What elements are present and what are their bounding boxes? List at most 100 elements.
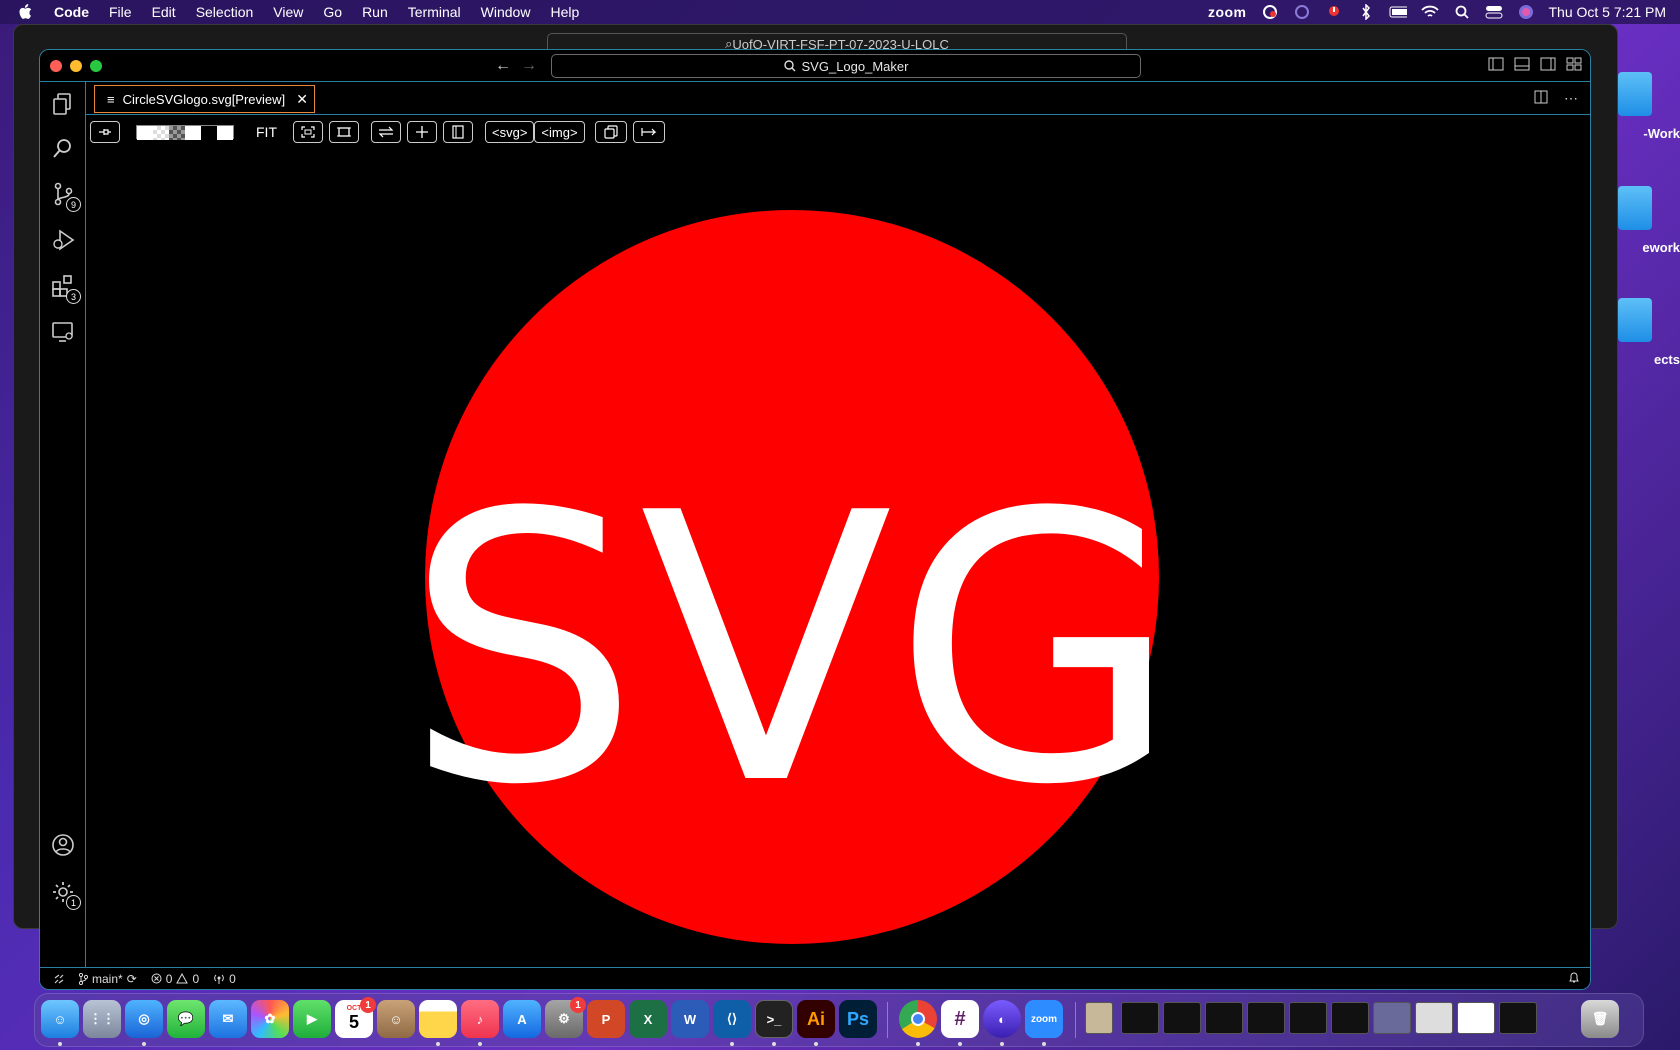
split-editor-icon[interactable] bbox=[1534, 90, 1548, 107]
spotlight-search-icon[interactable] bbox=[1453, 4, 1471, 20]
git-branch-status[interactable]: main* ⟳ bbox=[78, 972, 137, 986]
explorer-icon[interactable] bbox=[49, 90, 77, 118]
minimize-window-button[interactable] bbox=[70, 60, 82, 72]
menu-file[interactable]: File bbox=[109, 4, 132, 20]
swatch-checker-dark[interactable] bbox=[169, 126, 185, 140]
customize-layout-icon[interactable] bbox=[1566, 57, 1582, 71]
minimized-window-thumbnail[interactable] bbox=[1457, 1002, 1495, 1034]
creative-cloud-icon[interactable] bbox=[1261, 4, 1279, 20]
sync-icon[interactable]: ⟳ bbox=[127, 972, 137, 986]
copy-icon[interactable] bbox=[594, 121, 627, 143]
powerpoint-icon[interactable]: P bbox=[587, 1000, 625, 1038]
back-arrow-icon[interactable]: ← bbox=[495, 57, 511, 75]
spiral-icon[interactable] bbox=[1293, 4, 1311, 20]
music-icon[interactable]: ♪ bbox=[461, 1000, 499, 1038]
pin-icon[interactable] bbox=[90, 121, 120, 143]
notes-icon[interactable] bbox=[419, 1000, 457, 1038]
menu-run[interactable]: Run bbox=[362, 4, 388, 20]
trash-icon[interactable]: 🗑 bbox=[1581, 1000, 1619, 1038]
excel-icon[interactable]: X bbox=[629, 1000, 667, 1038]
run-debug-icon[interactable] bbox=[49, 226, 77, 254]
menu-go[interactable]: Go bbox=[323, 4, 342, 20]
browser-orb-icon[interactable]: ◐ bbox=[983, 1000, 1021, 1038]
mail-icon[interactable]: ✉ bbox=[209, 1000, 247, 1038]
menu-view[interactable]: View bbox=[273, 4, 303, 20]
word-icon[interactable]: W bbox=[671, 1000, 709, 1038]
minimized-window-thumbnail[interactable] bbox=[1163, 1002, 1201, 1034]
search-icon[interactable] bbox=[49, 134, 77, 162]
actual-size-icon[interactable] bbox=[329, 121, 359, 143]
remote-indicator-icon[interactable] bbox=[54, 974, 64, 984]
minimized-window-thumbnail[interactable] bbox=[1289, 1002, 1327, 1034]
source-control-icon[interactable]: 9 bbox=[49, 180, 81, 212]
minimized-window-thumbnail[interactable] bbox=[1373, 1002, 1411, 1034]
chrome-icon[interactable] bbox=[899, 1000, 937, 1038]
minimized-window-thumbnail[interactable] bbox=[1415, 1002, 1453, 1034]
swatch-white[interactable] bbox=[137, 126, 153, 140]
vscode-dock-icon[interactable]: ⟨⟩ bbox=[713, 1000, 751, 1038]
swap-icon[interactable] bbox=[371, 121, 401, 143]
maximize-window-button[interactable] bbox=[90, 60, 102, 72]
bluetooth-icon[interactable] bbox=[1357, 4, 1375, 20]
toggle-panel-icon[interactable] bbox=[1514, 57, 1530, 71]
menu-clock[interactable]: Thu Oct 5 7:21 PM bbox=[1549, 4, 1667, 20]
command-center-search[interactable]: SVG_Logo_Maker bbox=[551, 54, 1141, 78]
siri-icon[interactable] bbox=[1517, 4, 1535, 20]
illustrator-icon[interactable]: Ai bbox=[797, 1000, 835, 1038]
minimized-window-thumbnail[interactable] bbox=[1085, 1002, 1113, 1034]
menu-selection[interactable]: Selection bbox=[196, 4, 254, 20]
problems-status[interactable]: 0 0 bbox=[151, 972, 199, 986]
svg-preview-canvas[interactable]: SVG bbox=[86, 148, 1590, 967]
swatch-white-3[interactable] bbox=[217, 126, 233, 140]
facetime-icon[interactable]: ▶ bbox=[293, 1000, 331, 1038]
slack-icon[interactable]: # bbox=[941, 1000, 979, 1038]
apple-icon[interactable] bbox=[18, 4, 34, 20]
wifi-icon[interactable] bbox=[1420, 4, 1439, 20]
minimized-window-thumbnail[interactable] bbox=[1121, 1002, 1159, 1034]
menu-terminal[interactable]: Terminal bbox=[408, 4, 461, 20]
menu-edit[interactable]: Edit bbox=[152, 4, 176, 20]
app-store-icon[interactable]: A bbox=[503, 1000, 541, 1038]
notifications-bell-icon[interactable] bbox=[1568, 971, 1580, 987]
alert-icon[interactable] bbox=[1325, 4, 1343, 20]
extensions-icon[interactable]: 3 bbox=[49, 272, 81, 304]
menu-help[interactable]: Help bbox=[550, 4, 579, 20]
tab-circle-svg-logo-preview[interactable]: ≡ CircleSVGlogo.svg[Preview] ✕ bbox=[94, 85, 315, 113]
photos-icon[interactable]: ✿ bbox=[251, 1000, 289, 1038]
add-icon[interactable] bbox=[407, 121, 437, 143]
swatch-checker-light[interactable] bbox=[153, 126, 169, 140]
remote-explorer-icon[interactable] bbox=[49, 318, 77, 346]
zoom-to-fit-icon[interactable] bbox=[293, 121, 323, 143]
safari-icon[interactable]: ◎ bbox=[125, 1000, 163, 1038]
control-center-icon[interactable] bbox=[1485, 4, 1503, 20]
settings-gear-icon[interactable]: 1 bbox=[49, 878, 81, 910]
battery-icon[interactable] bbox=[1389, 4, 1407, 20]
fit-button[interactable]: FIT bbox=[256, 124, 277, 140]
zoom-status-label[interactable]: zoom bbox=[1208, 4, 1247, 20]
menu-app-name[interactable]: Code bbox=[54, 4, 89, 20]
launchpad-icon[interactable]: ⋮⋮ bbox=[83, 1000, 121, 1038]
photoshop-icon[interactable]: Ps bbox=[839, 1000, 877, 1038]
menu-window[interactable]: Window bbox=[481, 4, 531, 20]
swatch-black[interactable] bbox=[201, 126, 217, 140]
copy-img-button[interactable]: <img> bbox=[534, 121, 585, 143]
system-settings-icon[interactable]: ⚙ 1 bbox=[545, 997, 586, 1038]
ports-status[interactable]: 0 bbox=[213, 972, 236, 986]
calendar-icon[interactable]: OCT 5 1 bbox=[335, 997, 376, 1038]
contacts-icon[interactable]: ☺ bbox=[377, 1000, 415, 1038]
forward-arrow-icon[interactable]: → bbox=[521, 57, 537, 75]
copy-svg-button[interactable]: <svg> bbox=[485, 121, 535, 143]
more-actions-icon[interactable]: ⋯ bbox=[1564, 90, 1578, 107]
toggle-secondary-sidebar-icon[interactable] bbox=[1540, 57, 1556, 71]
messages-icon[interactable]: 💬 bbox=[167, 1000, 205, 1038]
background-swatches[interactable] bbox=[136, 125, 234, 140]
toggle-primary-sidebar-icon[interactable] bbox=[1488, 57, 1504, 71]
export-icon[interactable] bbox=[632, 121, 665, 143]
terminal-icon[interactable]: >_ bbox=[755, 1000, 793, 1038]
minimized-window-thumbnail[interactable] bbox=[1331, 1002, 1369, 1034]
close-tab-icon[interactable]: ✕ bbox=[296, 91, 308, 108]
minimized-window-thumbnail[interactable] bbox=[1247, 1002, 1285, 1034]
minimized-window-thumbnail[interactable] bbox=[1205, 1002, 1243, 1034]
swatch-white-2[interactable] bbox=[185, 126, 201, 140]
zoom-app-icon[interactable]: zoom bbox=[1025, 1000, 1063, 1038]
